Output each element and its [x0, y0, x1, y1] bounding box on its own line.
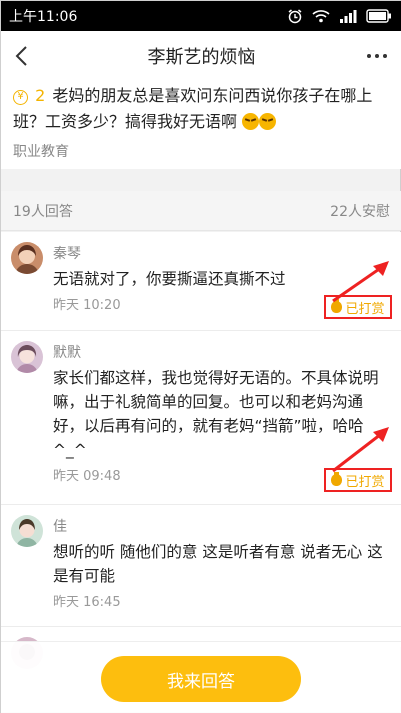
tipped-badge: 已打赏 — [324, 468, 392, 492]
battery-icon — [366, 9, 392, 23]
list-item[interactable]: 秦琴 无语就对了，你要撕逼还真撕不过 昨天 10:20 已打赏 — [1, 232, 401, 331]
alarm-icon — [287, 8, 303, 24]
answer-button[interactable]: 我来回答 — [101, 656, 301, 702]
status-time: 上午11:06 — [9, 9, 78, 25]
answerer-name[interactable]: 佳 — [53, 517, 390, 537]
wifi-icon — [312, 9, 330, 23]
status-icons — [287, 8, 392, 24]
list-item[interactable]: 默默 家长们都这样，我也觉得好无语的。不具体说明嘛，出于礼貌简单的回复。也可以和… — [1, 331, 401, 505]
answerer-name[interactable]: 秦琴 — [53, 244, 390, 264]
answer-time: 昨天 16:45 — [53, 595, 121, 610]
avatar[interactable] — [11, 515, 43, 547]
more-dots-icon[interactable] — [366, 48, 388, 64]
question-text: 老妈的朋友总是喜欢问东问西说你孩子在哪上班？工资多少？搞得我好无语啊 — [13, 86, 373, 131]
money-bag-icon — [331, 472, 343, 486]
money-bag-icon — [331, 299, 343, 313]
question-category[interactable]: 职业教育 — [13, 141, 390, 161]
back-arrow-icon[interactable] — [11, 44, 35, 68]
comfort-count[interactable]: 22人安慰 — [330, 201, 390, 221]
tipped-label: 已打赏 — [345, 301, 385, 317]
tipped-label: 已打赏 — [345, 474, 385, 490]
counts-bar: 19人回答 22人安慰 — [1, 191, 401, 231]
answer-count: 19人回答 — [13, 203, 73, 220]
question-text-block: ¥ 2 老妈的朋友总是喜欢问东问西说你孩子在哪上班？工资多少？搞得我好无语啊 — [13, 83, 390, 135]
page-title: 李斯艺的烦恼 — [147, 47, 256, 68]
nav-bar: 李斯艺的烦恼 — [1, 31, 401, 81]
answer-text: 想听的听 随他们的意 这是听者有意 说者无心 这是有可能 — [53, 543, 383, 585]
avatar[interactable] — [11, 341, 43, 373]
bottom-bar: 我来回答 — [1, 641, 401, 713]
avatar[interactable] — [11, 242, 43, 274]
answer-list: 秦琴 无语就对了，你要撕逼还真撕不过 昨天 10:20 已打赏 默默 家长们都这… — [1, 232, 401, 669]
status-bar: 上午11:06 — [1, 1, 401, 31]
signal-icon — [339, 9, 357, 23]
question-card: ¥ 2 老妈的朋友总是喜欢问东问西说你孩子在哪上班？工资多少？搞得我好无语啊 职… — [1, 81, 401, 169]
angry-emoji-icon — [242, 113, 260, 130]
answerer-name[interactable]: 默默 — [53, 343, 390, 363]
angry-emoji-icon — [259, 113, 277, 130]
answer-text: 家长们都这样，我也觉得好无语的。不具体说明嘛，出于礼貌简单的回复。也可以和老妈沟… — [53, 369, 379, 459]
tipped-badge: 已打赏 — [324, 295, 392, 319]
reward-coin-icon: ¥ — [13, 89, 28, 105]
reward-amount: 2 — [35, 86, 46, 105]
list-item[interactable]: 佳 想听的听 随他们的意 这是听者有意 说者无心 这是有可能 昨天 16:45 — [1, 505, 401, 627]
answer-text: 无语就对了，你要撕逼还真撕不过 — [53, 270, 286, 288]
